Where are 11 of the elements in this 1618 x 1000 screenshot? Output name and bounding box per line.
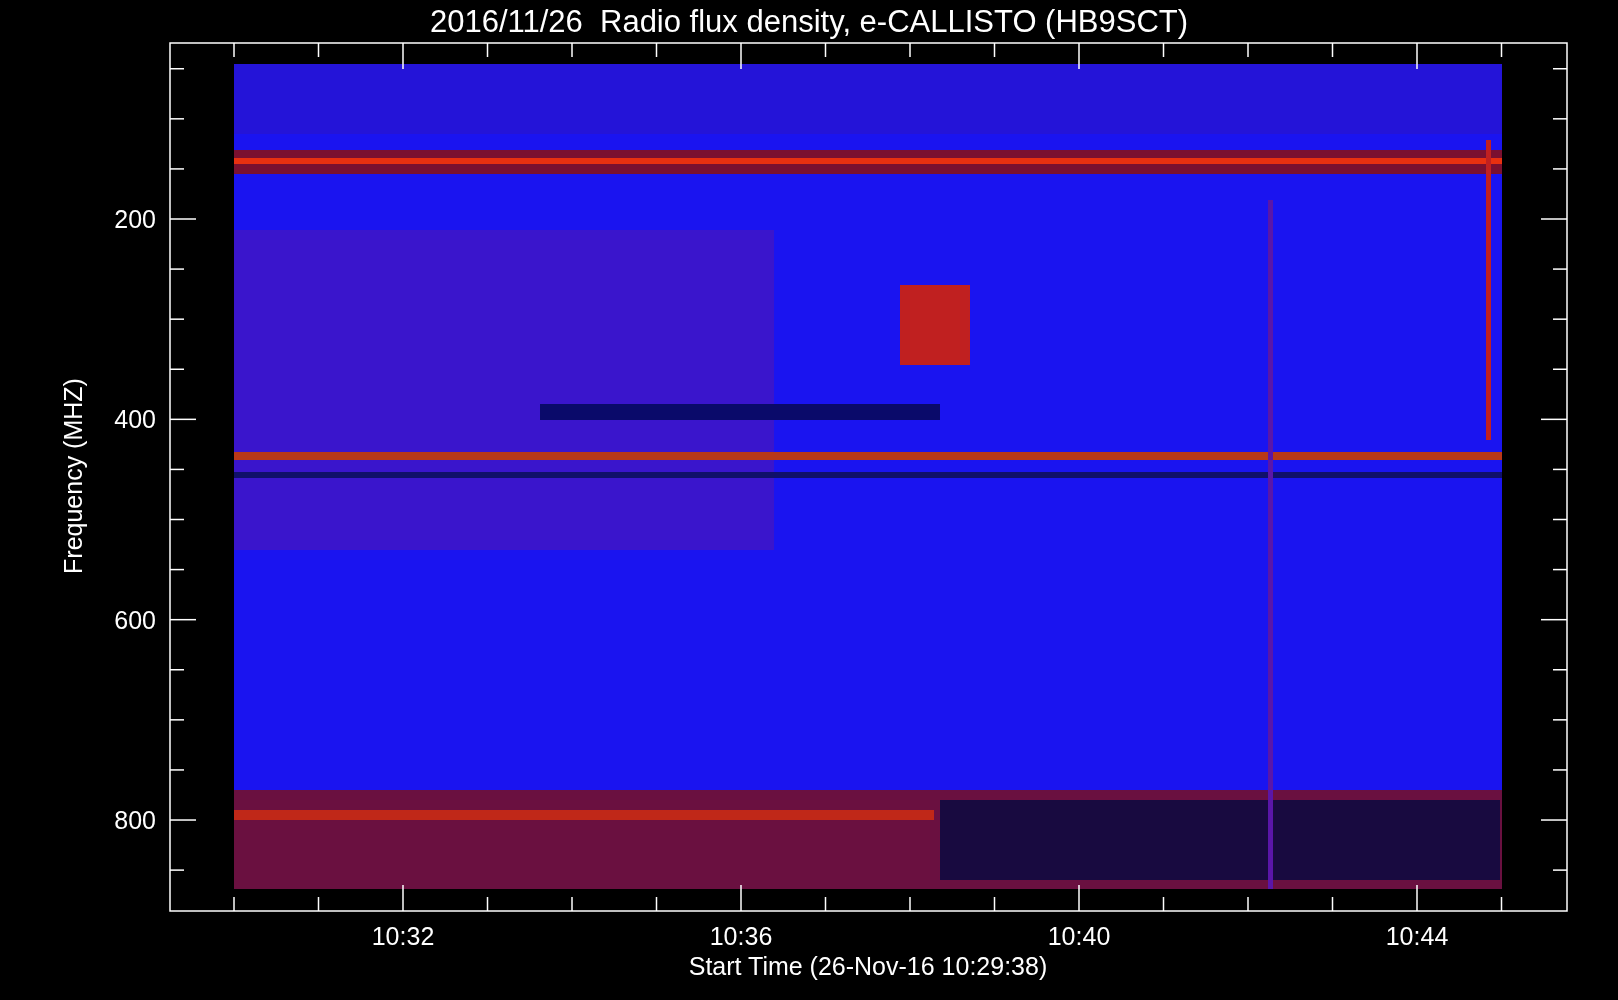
x-tick-label: 10:32 bbox=[371, 922, 435, 950]
x-tick-label: 10:44 bbox=[1385, 922, 1449, 950]
y-tick-label: 200 bbox=[114, 205, 156, 233]
x-tick-label: 10:40 bbox=[1047, 922, 1111, 950]
y-tick-label: 600 bbox=[114, 605, 156, 634]
x-axis-label: Start Time (26-Nov-16 10:29:38) bbox=[688, 952, 1048, 980]
y-tick-label: 800 bbox=[114, 805, 156, 834]
y-axis-label: Frequency (MHZ) bbox=[59, 378, 87, 574]
y-tick-label: 400 bbox=[114, 405, 156, 434]
x-tick-label: 10:36 bbox=[709, 922, 773, 950]
plot-title: 2016/11/26 Radio flux density, e-CALLISTO (HB9SCT) bbox=[429, 4, 1189, 39]
